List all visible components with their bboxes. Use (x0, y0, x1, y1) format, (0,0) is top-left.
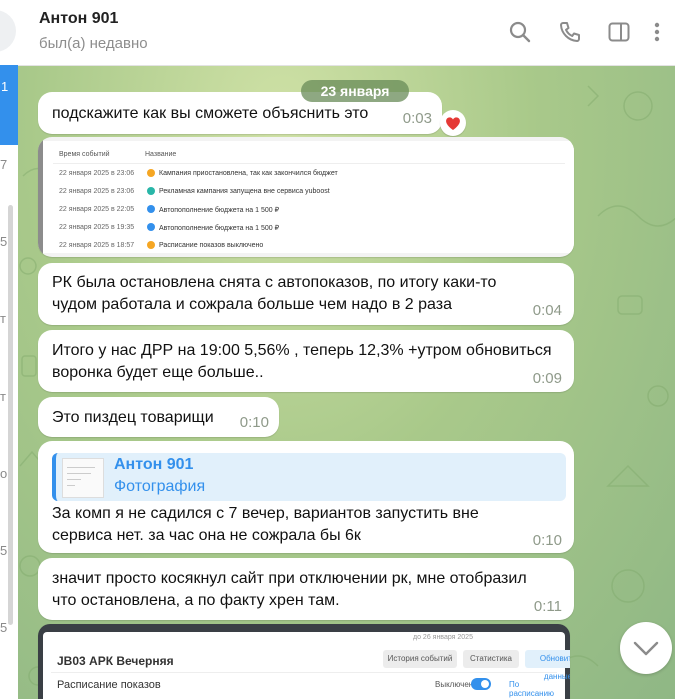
table-cell: Кампания приостановлена, так как закончи… (159, 170, 338, 177)
status-dot (147, 169, 155, 177)
table-header: Время событий (59, 151, 110, 158)
message-text-line: За комп я не садился с 7 вечер, варианто… (52, 505, 479, 522)
message-time: 0:10 (239, 414, 269, 431)
chat-header: Антон 901 был(а) недавно (18, 0, 675, 66)
photo-message[interactable]: Время событий Название 22 января 2025 в … (38, 137, 574, 257)
message-reaction[interactable] (440, 110, 466, 136)
chat-list-fragment: 7 (0, 157, 8, 172)
table-cell: 22 января 2025 в 23:06 (59, 170, 135, 177)
message-text-line: Итого у нас ДРР на 19:00 5,56% , теперь … (52, 342, 552, 359)
message-time: 0:11 (533, 598, 562, 615)
toggle-on-label: По расписанию (509, 680, 555, 698)
message-bubble[interactable]: значит просто косякнул сайт при отключен… (38, 558, 574, 620)
chat-messages-area: подскажите как вы сможете объяснить это … (18, 66, 675, 699)
message-time: 0:03 (402, 110, 432, 127)
stats-button[interactable]: Статистика (463, 650, 519, 668)
table-cell: 22 января 2025 в 22:05 (59, 206, 135, 213)
table-header: Название (145, 151, 177, 158)
chat-status: был(а) недавно (39, 35, 148, 52)
message-text-line: чудом работала и сожрала больше чем надо… (52, 296, 452, 313)
telegram-window: 1 7 5 т т о 5 5 Антон 901 был(а) недавно (0, 0, 675, 699)
reply-preview[interactable]: Антон 901 Фотография (52, 453, 566, 501)
message-bubble[interactable]: Антон 901 Фотография За комп я не садилс… (38, 441, 574, 553)
message-bubble[interactable]: Итого у нас ДРР на 19:00 5,56% , теперь … (38, 330, 574, 392)
message-text: подскажите как вы сможете объяснить это (52, 105, 369, 122)
reply-type: Фотография (114, 478, 206, 495)
table-cell: 22 января 2025 в 18:57 (59, 242, 135, 249)
heart-icon (446, 117, 460, 130)
reply-thumbnail (62, 458, 104, 498)
table-cell: Рекламная кампания запущена вне сервиса … (159, 188, 330, 195)
table-cell: Автопополнение бюджета на 1 500 ₽ (159, 207, 280, 214)
chevron-down-icon (633, 641, 659, 656)
chat-list-scrollbar[interactable] (8, 205, 13, 625)
status-dot (147, 223, 155, 231)
message-text-line: воронка будет еще больше.. (52, 364, 264, 381)
photo-message[interactable]: до 26 января 2025 JB03 АРК Вечерняя Исто… (38, 624, 570, 699)
card-note: до 26 января 2025 (413, 634, 473, 641)
card-divider (51, 672, 557, 673)
message-text: Это пиздец товарищи (52, 409, 214, 426)
status-dot (147, 205, 155, 213)
status-dot (147, 187, 155, 195)
message-time: 0:04 (532, 302, 562, 319)
table-cell: Расписание показов выключено (159, 242, 264, 249)
schedule-toggle[interactable] (471, 678, 491, 690)
phone-icon[interactable] (558, 20, 582, 44)
card-subtitle: Расписание показов (57, 679, 161, 691)
events-table: Время событий Название 22 января 2025 в … (43, 141, 574, 253)
message-text-line: что остановлена, а по факту хрен там. (52, 592, 340, 609)
sidebar-toggle-icon[interactable] (607, 20, 631, 44)
date-separator: 23 января (301, 80, 409, 102)
message-time: 0:10 (532, 532, 562, 549)
message-text-line: сервиса нет. за час она не сожрала бы 6к (52, 527, 361, 544)
history-button[interactable]: История событий (383, 650, 457, 668)
more-icon[interactable] (651, 20, 663, 44)
campaign-card: до 26 января 2025 JB03 АРК Вечерняя Исто… (43, 632, 570, 699)
chat-list-active-item[interactable]: 1 (0, 65, 18, 145)
chat-list-fragment: 1 (1, 79, 9, 94)
chat-title[interactable]: Антон 901 (39, 10, 118, 28)
message-bubble[interactable]: Это пиздец товарищи 0:10 (38, 397, 279, 437)
message-bubble[interactable]: РК была остановлена снята с автопоказов,… (38, 263, 574, 325)
refresh-button[interactable]: Обновить данные (525, 650, 570, 681)
message-text-line: РК была остановлена снята с автопоказов,… (52, 274, 497, 291)
chat-list-edge: 1 7 5 т т о 5 5 (0, 0, 19, 699)
table-cell: 22 января 2025 в 19:35 (59, 224, 135, 231)
table-cell: 22 января 2025 в 23:06 (59, 188, 135, 195)
chat-list-avatar[interactable] (0, 10, 16, 52)
message-time: 0:09 (532, 370, 562, 387)
table-divider (53, 163, 565, 164)
message-text-line: значит просто косякнул сайт при отключен… (52, 570, 527, 587)
table-cell: Автопополнение бюджета на 1 500 ₽ (159, 225, 280, 232)
search-icon[interactable] (508, 20, 532, 44)
scroll-down-button[interactable] (620, 622, 672, 674)
status-dot (147, 241, 155, 249)
reply-author: Антон 901 (114, 456, 194, 473)
card-title: JB03 АРК Вечерняя (57, 654, 174, 668)
